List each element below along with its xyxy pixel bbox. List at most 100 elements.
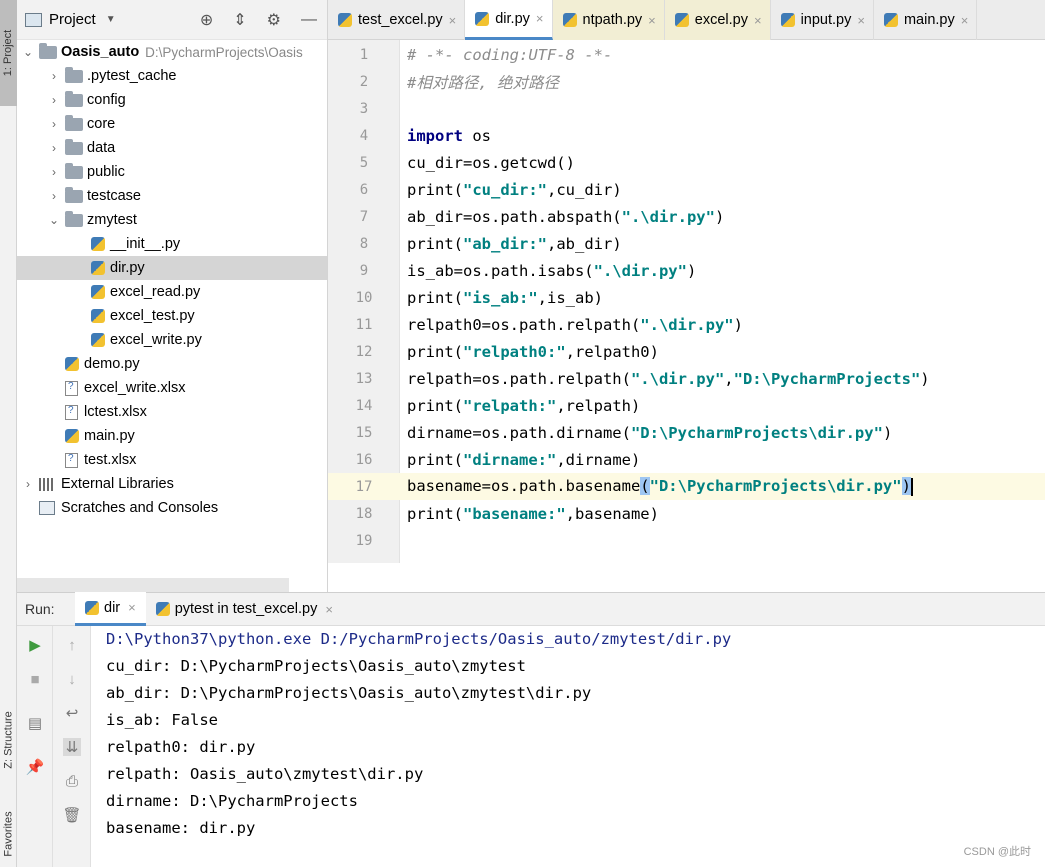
run-tab[interactable]: pytest in test_excel.py × — [146, 592, 343, 626]
code-line[interactable]: 18 print("basename:",basename) — [328, 500, 1045, 527]
code-line[interactable]: 15 dirname=os.path.dirname("D:\PycharmPro… — [328, 419, 1045, 446]
project-view-selector[interactable]: Project — [49, 11, 96, 28]
code-line[interactable]: 17 basename=os.path.basename("D:\PycharmP… — [328, 473, 1045, 500]
code-editor[interactable]: 1 # -*- coding:UTF-8 -*- 2 #相对路径, 绝对路径 3 4 imp… — [328, 40, 1045, 563]
chevron-down-icon[interactable]: ⌄ — [21, 45, 35, 59]
editor-tab-label: main.py — [903, 12, 955, 28]
unknown-file-icon — [65, 380, 78, 396]
layout-icon[interactable]: ▤ — [26, 714, 44, 732]
close-icon[interactable]: × — [754, 13, 762, 28]
code-line[interactable]: 5 cu_dir=os.getcwd() — [328, 149, 1045, 176]
rerun-icon[interactable]: ▶ — [26, 636, 44, 654]
code-line[interactable]: 12 print("relpath0:",relpath0) — [328, 338, 1045, 365]
chevron-right-icon[interactable]: › — [47, 189, 61, 203]
chevron-right-icon[interactable]: › — [47, 165, 61, 179]
unknown-file-icon — [65, 452, 78, 468]
close-icon[interactable]: × — [536, 11, 544, 26]
run-tab[interactable]: dir × — [75, 592, 146, 626]
chevron-right-icon[interactable]: › — [47, 141, 61, 155]
tree-item[interactable]: › public — [17, 160, 327, 184]
print-icon[interactable]: ⎙ — [63, 772, 81, 790]
tree-item[interactable]: › .pytest_cache — [17, 64, 327, 88]
code-line[interactable]: 11 relpath0=os.path.relpath(".\dir.py") — [328, 311, 1045, 338]
code-line[interactable]: 7 ab_dir=os.path.abspath(".\dir.py") — [328, 203, 1045, 230]
code-line[interactable]: 4 import os — [328, 122, 1045, 149]
pin-icon[interactable]: 📌 — [26, 758, 45, 776]
tree-item[interactable]: ›excel_test.py — [17, 304, 327, 328]
trash-icon[interactable]: 🗑 — [62, 806, 81, 824]
arrow-down-icon[interactable]: ↓ — [63, 670, 81, 688]
editor-tab[interactable]: test_excel.py × — [328, 0, 466, 40]
code-line[interactable]: 2 #相对路径, 绝对路径 — [328, 68, 1045, 95]
tree-item[interactable]: › core — [17, 112, 327, 136]
editor-tab[interactable]: main.py × — [874, 0, 978, 40]
stop-icon[interactable]: ■ — [26, 670, 44, 688]
chevron-right-icon[interactable]: › — [21, 477, 35, 491]
folder-icon — [65, 90, 83, 107]
tree-item[interactable]: ›test.xlsx — [17, 448, 327, 472]
chevron-right-icon[interactable]: › — [47, 69, 61, 83]
hide-icon[interactable]: — — [301, 11, 317, 29]
code-line[interactable]: 14 print("relpath:",relpath) — [328, 392, 1045, 419]
editor-tab[interactable]: dir.py × — [465, 0, 553, 40]
horizontal-scrollbar[interactable] — [17, 578, 289, 592]
python-file-icon — [65, 357, 79, 371]
tree-item[interactable]: ⌄ zmytest — [17, 208, 327, 232]
code-line[interactable]: 16 print("dirname:",dirname) — [328, 446, 1045, 473]
structure-tool-tab[interactable]: Z: Structure — [0, 690, 17, 790]
soft-wrap-icon[interactable]: ↩ — [63, 704, 81, 722]
chevron-right-icon[interactable]: › — [47, 93, 61, 107]
console-command-line: D:\Python37\python.exe D:/PycharmProject… — [106, 630, 732, 648]
code-line[interactable]: 19 — [328, 527, 1045, 554]
tree-item[interactable]: › testcase — [17, 184, 327, 208]
locate-icon[interactable]: ⊕ — [200, 10, 213, 30]
tree-item[interactable]: ⌄ Oasis_auto D:\PycharmProjects\Oasis — [17, 40, 327, 64]
tree-item[interactable]: ›excel_write.xlsx — [17, 376, 327, 400]
code-token: ) — [686, 261, 697, 280]
close-icon[interactable]: × — [961, 13, 969, 28]
project-tool-tab[interactable]: 1: Project — [0, 0, 17, 106]
tree-item[interactable]: › data — [17, 136, 327, 160]
chevron-down-icon[interactable]: ▼ — [106, 14, 116, 25]
code-line[interactable]: 3 — [328, 95, 1045, 122]
favorites-tool-tab[interactable]: Favorites — [0, 800, 17, 867]
tree-item-label: data — [87, 140, 116, 156]
unknown-file-icon — [65, 404, 78, 420]
tree-item[interactable]: ›__init__.py — [17, 232, 327, 256]
code-line[interactable]: 13 relpath=os.path.relpath(".\dir.py","D:… — [328, 365, 1045, 392]
code-line[interactable]: 8 print("ab_dir:",ab_dir) — [328, 230, 1045, 257]
close-icon[interactable]: × — [857, 13, 865, 28]
tree-item[interactable]: › External Libraries — [17, 472, 327, 496]
scroll-to-end-icon[interactable]: ⇊ — [63, 738, 81, 756]
tree-item[interactable]: ›dir.py — [17, 256, 327, 280]
arrow-up-icon[interactable]: ↑ — [63, 636, 81, 654]
code-line[interactable]: 6 print("cu_dir:",cu_dir) — [328, 176, 1045, 203]
tree-item[interactable]: › config — [17, 88, 327, 112]
code-line[interactable]: 1 # -*- coding:UTF-8 -*- — [328, 41, 1045, 68]
code-token: "D:\PycharmProjects" — [733, 369, 921, 388]
tree-item[interactable]: ›main.py — [17, 424, 327, 448]
editor-tab[interactable]: excel.py × — [664, 0, 771, 40]
editor-tab[interactable]: input.py × — [771, 0, 874, 40]
close-icon[interactable]: × — [449, 13, 457, 28]
tree-item[interactable]: ›demo.py — [17, 352, 327, 376]
collapse-all-icon[interactable]: ⇕ — [233, 10, 246, 30]
line-number: 16 — [355, 451, 373, 468]
tree-item[interactable]: ›lctest.xlsx — [17, 400, 327, 424]
tree-item-label: test.xlsx — [84, 452, 137, 468]
code-line[interactable]: 9 is_ab=os.path.isabs(".\dir.py") — [328, 257, 1045, 284]
close-icon[interactable]: × — [325, 602, 333, 617]
tool-window-strip: 1: Project Z: Structure Favorites — [0, 0, 17, 867]
editor-tab[interactable]: ntpath.py × — [552, 0, 665, 40]
code-line[interactable]: 10 print("is_ab:",is_ab) — [328, 284, 1045, 311]
tree-item[interactable]: ›Scratches and Consoles — [17, 496, 327, 520]
folder-icon — [65, 114, 83, 131]
tree-item[interactable]: ›excel_write.py — [17, 328, 327, 352]
close-icon[interactable]: × — [648, 13, 656, 28]
close-icon[interactable]: × — [128, 600, 136, 615]
gear-icon[interactable]: ⚙ — [267, 10, 281, 30]
chevron-right-icon[interactable]: › — [47, 117, 61, 131]
tree-item[interactable]: ›excel_read.py — [17, 280, 327, 304]
chevron-down-icon[interactable]: ⌄ — [47, 213, 61, 227]
run-console-output[interactable]: D:\Python37\python.exe D:/PycharmProject… — [92, 626, 1045, 867]
